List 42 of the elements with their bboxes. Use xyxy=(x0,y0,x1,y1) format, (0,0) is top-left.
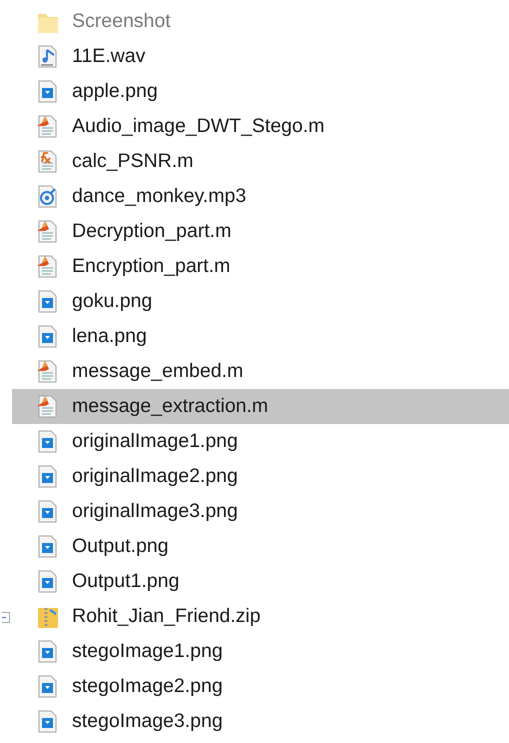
file-name: lena.png xyxy=(72,325,147,348)
file-name: stegoImage3.png xyxy=(72,710,223,733)
file-row[interactable]: originalImage1.png xyxy=(12,424,509,459)
file-name: Encryption_part.m xyxy=(72,255,230,278)
file-name: originalImage1.png xyxy=(72,430,238,453)
file-name: apple.png xyxy=(72,80,158,103)
file-row[interactable]: Decryption_part.m xyxy=(12,214,509,249)
file-name: Output.png xyxy=(72,535,168,558)
file-name: Audio_image_DWT_Stego.m xyxy=(72,115,325,138)
file-row[interactable]: calc_PSNR.m xyxy=(12,144,509,179)
file-row[interactable]: message_embed.m xyxy=(12,354,509,389)
file-name: calc_PSNR.m xyxy=(72,150,194,173)
file-row[interactable]: 11E.wav xyxy=(12,39,509,74)
file-name: goku.png xyxy=(72,290,152,313)
file-name: Decryption_part.m xyxy=(72,220,232,243)
file-row[interactable]: originalImage3.png xyxy=(12,494,509,529)
file-name: message_embed.m xyxy=(72,360,244,383)
file-name: stegoImage1.png xyxy=(72,640,223,663)
file-row[interactable]: stegoImage3.png xyxy=(12,704,509,739)
file-row[interactable]: apple.png xyxy=(12,74,509,109)
file-row[interactable]: message_extraction.m xyxy=(12,389,509,424)
file-name: dance_monkey.mp3 xyxy=(72,185,246,208)
file-name: Screenshot xyxy=(72,10,171,33)
file-name: originalImage2.png xyxy=(72,465,238,488)
file-row[interactable]: dance_monkey.mp3 xyxy=(12,179,509,214)
file-row[interactable]: Audio_image_DWT_Stego.m xyxy=(12,109,509,144)
expander-icon[interactable] xyxy=(2,612,10,623)
file-name: originalImage3.png xyxy=(72,500,238,523)
file-row[interactable]: Encryption_part.m xyxy=(12,249,509,284)
file-row[interactable]: Output1.png xyxy=(12,564,509,599)
file-name: message_extraction.m xyxy=(72,395,268,418)
file-name: stegoImage2.png xyxy=(72,675,223,698)
file-row[interactable]: originalImage2.png xyxy=(12,459,509,494)
file-row[interactable]: goku.png xyxy=(12,284,509,319)
file-row[interactable]: lena.png xyxy=(12,319,509,354)
file-row[interactable]: stegoImage1.png xyxy=(12,634,509,669)
file-row[interactable]: Screenshot xyxy=(12,4,509,39)
file-name: 11E.wav xyxy=(72,45,146,68)
file-row[interactable]: stegoImage2.png xyxy=(12,669,509,704)
file-name: Output1.png xyxy=(72,570,180,593)
file-row[interactable]: Output.png xyxy=(12,529,509,564)
file-name: Rohit_Jian_Friend.zip xyxy=(72,605,261,628)
